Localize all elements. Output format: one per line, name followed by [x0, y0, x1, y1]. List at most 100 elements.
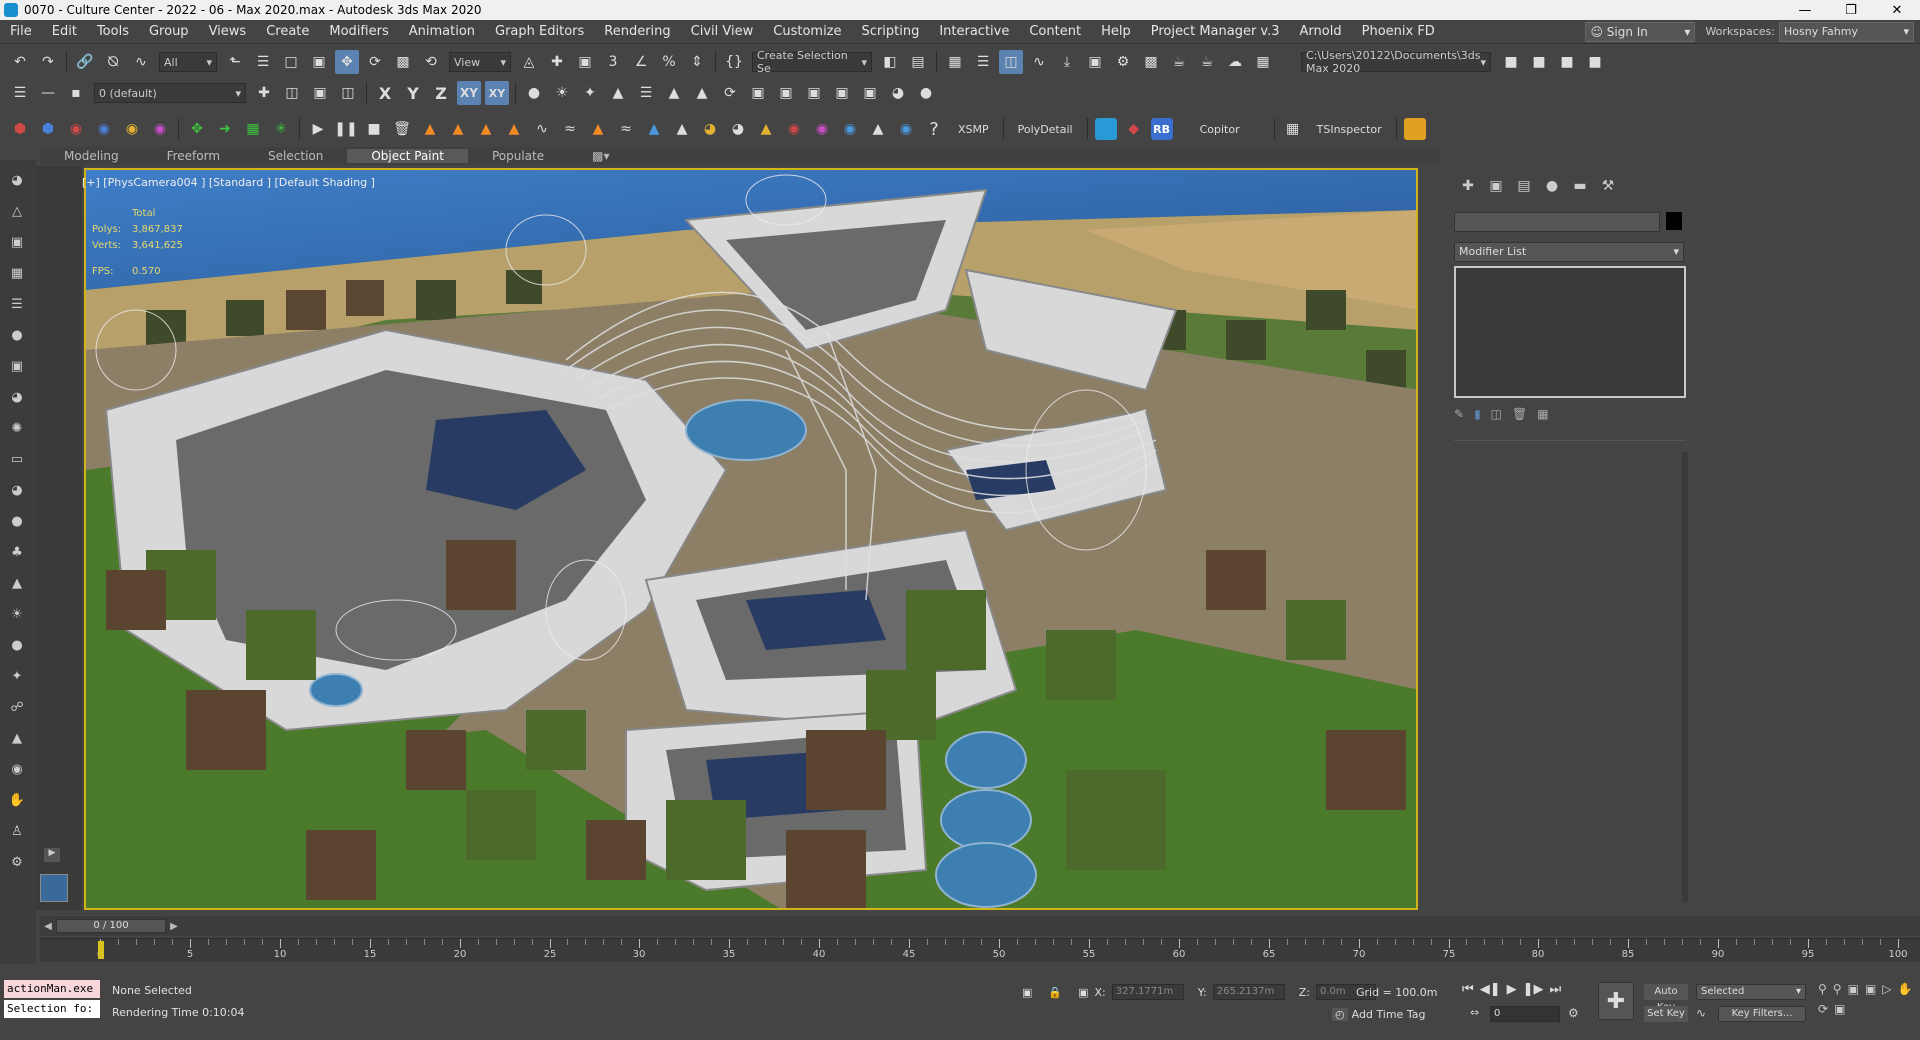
mirror-icon[interactable]: ◧	[878, 50, 902, 74]
workspace-dropdown[interactable]: Hosny Fahmy ▾	[1779, 21, 1914, 42]
set-key-big-button[interactable]: ✚	[1598, 982, 1634, 1020]
lamp-icon[interactable]: ●	[914, 81, 938, 105]
window-crossing-icon[interactable]: ▣	[307, 50, 331, 74]
hand-icon[interactable]: ✋	[4, 789, 30, 811]
safe-frame-icon[interactable]: ▣	[858, 81, 882, 105]
keyboard-shortcut-override-icon[interactable]: ▣	[573, 50, 597, 74]
axis-constraint-xy-cycle[interactable]: XY	[485, 81, 509, 105]
percent-snap-icon[interactable]: %	[657, 50, 681, 74]
menu-phoenix-fd[interactable]: Phoenix FD	[1352, 24, 1445, 39]
menu-project-manager[interactable]: Project Manager v.3	[1141, 24, 1290, 39]
next-frame-icon[interactable]: ▶	[166, 921, 182, 932]
cycle-icon[interactable]: ⟳	[718, 81, 742, 105]
configure-modifier-sets-icon[interactable]: ▦	[1537, 407, 1548, 421]
menu-rendering[interactable]: Rendering	[594, 24, 680, 39]
lock-selection-icon[interactable]: 🔒	[1048, 986, 1062, 999]
material-editor-icon[interactable]: ▣	[1083, 50, 1107, 74]
layers-menu-icon[interactable]: ☰	[8, 81, 32, 105]
fire-grid-icon[interactable]: ▲	[502, 117, 526, 141]
menu-content[interactable]: Content	[1019, 24, 1091, 39]
add-time-tag[interactable]: ◴ Add Time Tag	[1332, 1008, 1425, 1021]
tab-modeling[interactable]: Modeling	[40, 149, 143, 163]
render-production-icon[interactable]: ☕	[1167, 50, 1191, 74]
layer-freeze-icon[interactable]: ▪	[64, 81, 88, 105]
set-key-button[interactable]: Set Key	[1644, 1006, 1688, 1022]
maxscript-listener[interactable]: actionMan.exe Selection fo:	[4, 980, 100, 1020]
render-setup-icon[interactable]: ⚙	[1111, 50, 1135, 74]
time-cursor[interactable]	[98, 941, 104, 959]
menu-group[interactable]: Group	[139, 24, 199, 39]
bucket-icon[interactable]: ◕	[698, 117, 722, 141]
tab-object-paint[interactable]: Object Paint	[347, 149, 468, 163]
zoom-icon[interactable]: ⚲	[1818, 982, 1827, 996]
create-geometry-icon[interactable]: ◕	[4, 169, 30, 191]
undo-icon[interactable]: ↶	[8, 50, 32, 74]
help-icon[interactable]: ?	[922, 117, 946, 141]
axis-constraint-z[interactable]: Z	[429, 81, 453, 105]
menu-civil-view[interactable]: Civil View	[681, 24, 764, 39]
menu-interactive[interactable]: Interactive	[929, 24, 1019, 39]
time-config-icon[interactable]: ⚙	[1568, 1006, 1579, 1020]
viewport-label[interactable]: [+] [PhysCamera004 ] [Standard ] [Defaul…	[82, 176, 375, 189]
spacewarp-icon[interactable]: ✺	[4, 417, 30, 439]
orbit-icon[interactable]: ⟳	[1818, 1002, 1828, 1016]
select-and-move-icon[interactable]: ✥	[335, 50, 359, 74]
isolate-icon[interactable]: ▣	[1022, 986, 1032, 999]
axis-constraint-x[interactable]: X	[373, 81, 397, 105]
project-close-icon[interactable]: ■	[1555, 50, 1579, 74]
particle-icon[interactable]: ✦	[578, 81, 602, 105]
water-icon[interactable]: ◉	[894, 117, 918, 141]
plugin-diamond-icon[interactable]: ◆	[1122, 117, 1146, 141]
project-icon[interactable]: ■	[1499, 50, 1523, 74]
key-filters-button[interactable]: Key Filters...	[1718, 1006, 1806, 1022]
maxscript-input[interactable]: Selection fo:	[4, 1000, 100, 1018]
create-tab-icon[interactable]: ✚	[1454, 175, 1482, 197]
select-and-scale-icon[interactable]: ▩	[391, 50, 415, 74]
axis-constraint-y[interactable]: Y	[401, 81, 425, 105]
layer-visibility-icon[interactable]: —	[36, 81, 60, 105]
tree-icon[interactable]: ▲	[606, 81, 630, 105]
x-coordinate-field[interactable]: 327.1771m	[1111, 984, 1184, 1000]
light-icon[interactable]: ●	[4, 324, 30, 346]
list-view-icon[interactable]: ☰	[4, 293, 30, 315]
walk-icon[interactable]: ♙	[4, 820, 30, 842]
link-icon[interactable]: 🔗	[73, 50, 97, 74]
cube-red-icon[interactable]: ⬢	[8, 117, 32, 141]
fire-sim-icon[interactable]: ▲	[474, 117, 498, 141]
flame-icon[interactable]: ▲	[586, 117, 610, 141]
pause-icon[interactable]: ❚❚	[334, 117, 358, 141]
menu-file[interactable]: File	[0, 24, 42, 39]
dome-icon[interactable]: ◕	[4, 479, 30, 501]
make-unique-icon[interactable]: ◫	[1491, 407, 1502, 421]
current-layer-dropdown[interactable]: 0 (default) ▾	[94, 83, 246, 103]
key-selection-dropdown[interactable]: Selected ▾	[1696, 984, 1806, 1000]
vray-sphere-icon[interactable]: ◉	[148, 117, 172, 141]
schematic-view-icon[interactable]: ⤓	[1055, 50, 1079, 74]
glass-icon[interactable]: ▲	[866, 117, 890, 141]
modify-tab-icon[interactable]: ▣	[1482, 175, 1510, 197]
wind-icon[interactable]: ≈	[558, 117, 582, 141]
tab-selection[interactable]: Selection	[244, 149, 347, 163]
globe-icon[interactable]: ◉	[4, 758, 30, 780]
plugin-u-icon[interactable]	[1403, 118, 1426, 140]
curve-editor-icon[interactable]: ∿	[1027, 50, 1051, 74]
select-and-rotate-icon[interactable]: ⟳	[363, 50, 387, 74]
menu-tools[interactable]: Tools	[87, 24, 139, 39]
minimize-icon[interactable]: —	[1782, 0, 1828, 20]
redo-icon[interactable]: ↷	[36, 50, 60, 74]
project-folder-dropdown[interactable]: C:\Users\20122\Documents\3ds Max 2020 ▾	[1301, 49, 1491, 75]
fluid-mesh-icon[interactable]: ∿	[530, 117, 554, 141]
select-layer-objects-icon[interactable]: ▣	[308, 81, 332, 105]
rectangle-icon[interactable]: ▭	[4, 448, 30, 470]
object-color-swatch[interactable]	[1666, 212, 1682, 230]
sun-icon[interactable]: ☀	[550, 81, 574, 105]
current-frame-field[interactable]: 0	[1490, 1006, 1560, 1022]
zoom-all-icon[interactable]: ⚲	[1833, 982, 1842, 996]
tsinspector-button[interactable]: TSInspector	[1307, 123, 1392, 136]
zoom-extents-all-icon[interactable]: ▣	[1865, 982, 1876, 996]
reference-coordinate-dropdown[interactable]: View ▾	[449, 52, 511, 72]
bind-spacewarp-icon[interactable]: ∿	[129, 50, 153, 74]
list-icon[interactable]: ☰	[634, 81, 658, 105]
shapes-icon[interactable]: △	[4, 200, 30, 222]
foam-icon[interactable]: ▲	[670, 117, 694, 141]
